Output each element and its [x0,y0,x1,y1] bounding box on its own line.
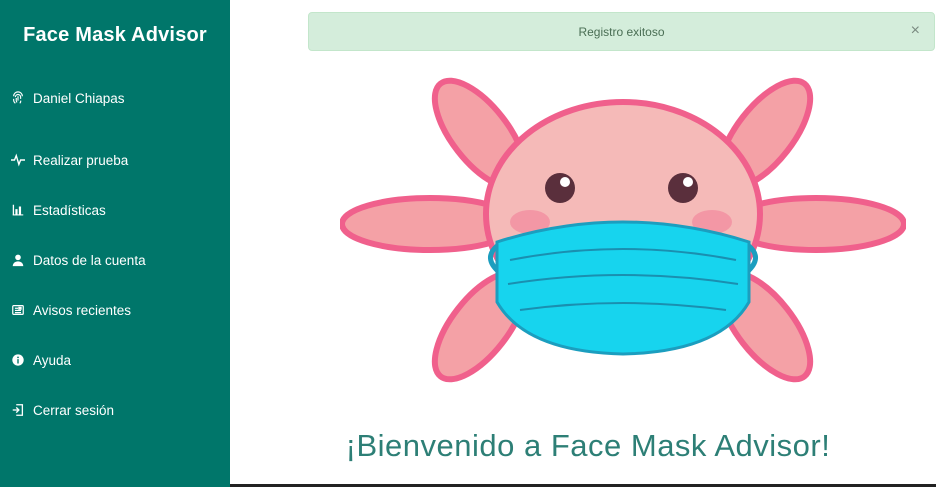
app-title: Face Mask Advisor [23,24,207,46]
nav-item-estadisticas[interactable]: Estadísticas [10,198,220,222]
alert-message: Registro exitoso [578,24,665,39]
nav-item-ayuda[interactable]: Ayuda [10,348,220,372]
user-icon [10,252,26,268]
info-icon [10,352,26,368]
bar-chart-icon [10,202,26,218]
success-alert: Registro exitoso × [308,12,935,51]
close-icon[interactable]: × [911,22,920,40]
axolotl-mascot-illustration [340,77,906,383]
nav-item-label: Realizar prueba [33,152,129,168]
nav-item-realizar-prueba[interactable]: Realizar prueba [10,148,220,172]
face-mask [495,220,751,356]
fingerprint-icon [10,90,26,106]
nav-item-label: Ayuda [33,352,72,368]
user-profile[interactable]: Daniel Chiapas [10,86,220,110]
nav-item-label: Estadísticas [33,202,106,218]
nav-item-datos-cuenta[interactable]: Datos de la cuenta [10,248,220,272]
user-name: Daniel Chiapas [33,90,125,106]
nav-item-cerrar-sesion[interactable]: Cerrar sesión [10,398,220,422]
welcome-heading: ¡Bienvenido a Face Mask Advisor! [345,428,831,463]
right-eye [668,173,698,203]
sidebar: Face Mask Advisor Daniel Chiapas Realiza… [0,0,230,487]
nav-item-label: Cerrar sesión [33,402,115,418]
nav-item-avisos-recientes[interactable]: Avisos recientes [10,298,220,322]
nav-item-label: Avisos recientes [33,302,132,318]
sign-out-icon [10,402,26,418]
newspaper-icon [10,302,26,318]
pulse-icon [10,152,26,168]
left-eye [545,173,575,203]
nav-item-label: Datos de la cuenta [33,252,146,268]
